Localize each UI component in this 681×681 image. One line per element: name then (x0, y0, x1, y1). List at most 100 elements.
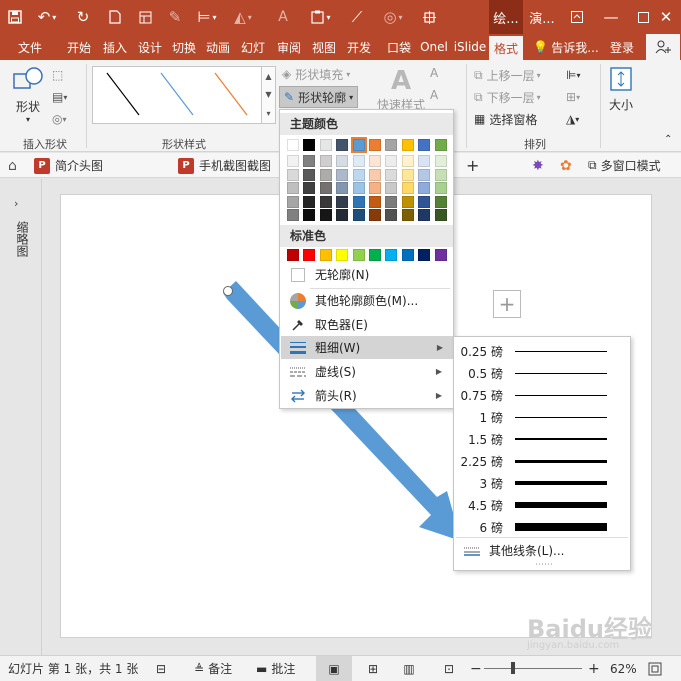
undo-icon[interactable]: ↶ ▾ (32, 0, 62, 34)
theme-color-swatch[interactable] (350, 137, 367, 153)
theme-tint-swatch[interactable] (319, 155, 332, 167)
save-icon[interactable] (4, 0, 26, 34)
doc-tab-phone-screenshot[interactable]: P 手机截图截图 (178, 153, 271, 178)
tab-pocket[interactable]: 口袋 (382, 34, 416, 60)
tab-format[interactable]: 格式 (489, 36, 523, 60)
paint-icon[interactable]: ◭ ▾ (228, 0, 258, 34)
circle-icon[interactable]: ◎ ▾ (378, 0, 408, 34)
standard-color-swatch[interactable] (352, 249, 365, 261)
expand-pane-icon[interactable]: › (14, 197, 18, 210)
standard-color-swatch[interactable] (303, 249, 316, 261)
theme-tint-swatch[interactable] (434, 195, 447, 208)
theme-tint-swatch[interactable] (369, 195, 381, 208)
weight-option[interactable]: 3 磅 (455, 472, 631, 494)
no-outline-item[interactable]: 无轮廓(N) (281, 263, 452, 286)
theme-tint-swatch[interactable] (385, 195, 398, 208)
theme-tint-swatch[interactable] (336, 155, 349, 167)
tab-review[interactable]: 审阅 (273, 34, 305, 60)
standard-color-swatch[interactable] (319, 249, 332, 261)
tab-islide[interactable]: iSlide (452, 34, 488, 60)
theme-tint-swatch[interactable] (319, 168, 332, 181)
theme-tint-swatch[interactable] (418, 195, 431, 208)
language-icon[interactable]: ⊟ (156, 656, 166, 681)
theme-tint-swatch[interactable] (352, 209, 365, 222)
standard-color-swatch[interactable] (401, 249, 414, 261)
context-tab-drawing[interactable]: 绘... (489, 0, 523, 34)
weight-option[interactable]: 0.75 磅 (455, 384, 631, 406)
weight-option[interactable]: 6 磅 (455, 516, 631, 538)
theme-tint-swatch[interactable] (385, 182, 398, 195)
theme-tint-swatch[interactable] (319, 182, 332, 195)
theme-color-swatch[interactable] (287, 139, 299, 151)
theme-tint-swatch[interactable] (303, 209, 316, 222)
theme-tint-swatch[interactable] (287, 195, 299, 208)
more-lines-item[interactable]: 其他线条(L)... (455, 539, 629, 562)
theme-tint-swatch[interactable] (369, 155, 381, 167)
theme-tint-swatch[interactable] (303, 155, 316, 167)
line-start-handle[interactable] (223, 286, 233, 296)
resize-grip-icon[interactable]: ⋯⋯ (524, 560, 564, 570)
theme-tint-swatch[interactable] (352, 155, 365, 167)
text-outline-icon[interactable]: A (430, 88, 450, 102)
text-fill-icon[interactable]: A (430, 66, 450, 80)
weight-option[interactable]: 0.25 磅 (455, 340, 631, 362)
theme-color-swatch[interactable] (418, 139, 431, 151)
theme-tint-swatch[interactable] (369, 182, 381, 195)
weight-option[interactable]: 4.5 磅 (455, 494, 631, 516)
tab-design[interactable]: 设计 (134, 34, 166, 60)
theme-tint-swatch[interactable] (401, 168, 414, 181)
doc-tab-intro[interactable]: P 简介头图 (34, 153, 103, 178)
home-icon[interactable]: ⌂ (8, 153, 17, 178)
ribbon-display-icon[interactable] (560, 0, 594, 34)
text-icon[interactable]: A (272, 0, 294, 34)
zoom-in-button[interactable]: + (588, 656, 600, 681)
theme-tint-swatch[interactable] (434, 155, 447, 167)
style-preview-black[interactable] (106, 72, 140, 116)
tab-insert[interactable]: 插入 (98, 34, 132, 60)
theme-tint-swatch[interactable] (385, 209, 398, 222)
gallery-down-icon[interactable]: ▼ (265, 90, 271, 99)
standard-color-swatch[interactable] (369, 249, 381, 261)
theme-tint-swatch[interactable] (287, 182, 299, 195)
theme-tint-swatch[interactable] (385, 168, 398, 181)
theme-tint-swatch[interactable] (401, 182, 414, 195)
standard-color-swatch[interactable] (287, 249, 299, 261)
theme-tint-swatch[interactable] (418, 182, 431, 195)
standard-color-swatch[interactable] (336, 249, 349, 261)
weight-option[interactable]: 1.5 磅 (455, 428, 631, 450)
redo-icon[interactable]: ↻ (72, 0, 94, 34)
theme-color-swatch[interactable] (385, 139, 398, 151)
close-icon[interactable]: ✕ (652, 0, 680, 34)
standard-color-swatch[interactable] (418, 249, 431, 261)
crop-icon[interactable] (418, 0, 440, 34)
settings-gear-icon[interactable]: ✿ (560, 153, 572, 178)
eyedropper-item[interactable]: 取色器(E) (281, 313, 452, 336)
slideshow-button[interactable]: ⊡ (438, 656, 460, 681)
tab-onekey[interactable]: Onel (416, 34, 452, 60)
standard-color-swatch[interactable] (434, 249, 447, 261)
theme-tint-swatch[interactable] (418, 155, 431, 167)
reading-view-button[interactable]: ▥ (398, 656, 420, 681)
shape-fill-button[interactable]: ◈ 形状填充 ▾ (282, 64, 350, 84)
thumbnail-label[interactable]: 缩略图 (14, 221, 29, 257)
theme-tint-swatch[interactable] (434, 182, 447, 195)
theme-tint-swatch[interactable] (303, 168, 316, 181)
theme-tint-swatch[interactable] (336, 195, 349, 208)
theme-tint-swatch[interactable] (418, 209, 431, 222)
theme-color-swatch[interactable] (319, 139, 332, 151)
theme-color-swatch[interactable] (434, 139, 447, 151)
comments-button[interactable]: ▬ 批注 (256, 656, 295, 681)
add-tab-button[interactable]: + (466, 153, 479, 178)
send-backward-button[interactable]: ⧉ 下移一层 ▾ (474, 88, 541, 106)
theme-tint-swatch[interactable] (303, 195, 316, 208)
selection-pane-button[interactable]: ▦ 选择窗格 (474, 110, 537, 128)
gallery-up-icon[interactable]: ▲ (265, 72, 271, 81)
theme-color-swatch[interactable] (303, 139, 316, 151)
zoom-out-button[interactable]: − (470, 656, 482, 681)
collapse-ribbon-icon[interactable]: ⌃ (664, 134, 678, 145)
tab-developer[interactable]: 开发 (342, 34, 376, 60)
zoom-level[interactable]: 62% (610, 656, 637, 681)
align-objects-icon[interactable]: ⊫ ▾ (566, 66, 580, 84)
arrows-item[interactable]: 箭头(R) ▶ (281, 384, 452, 407)
theme-tint-swatch[interactable] (352, 168, 365, 181)
